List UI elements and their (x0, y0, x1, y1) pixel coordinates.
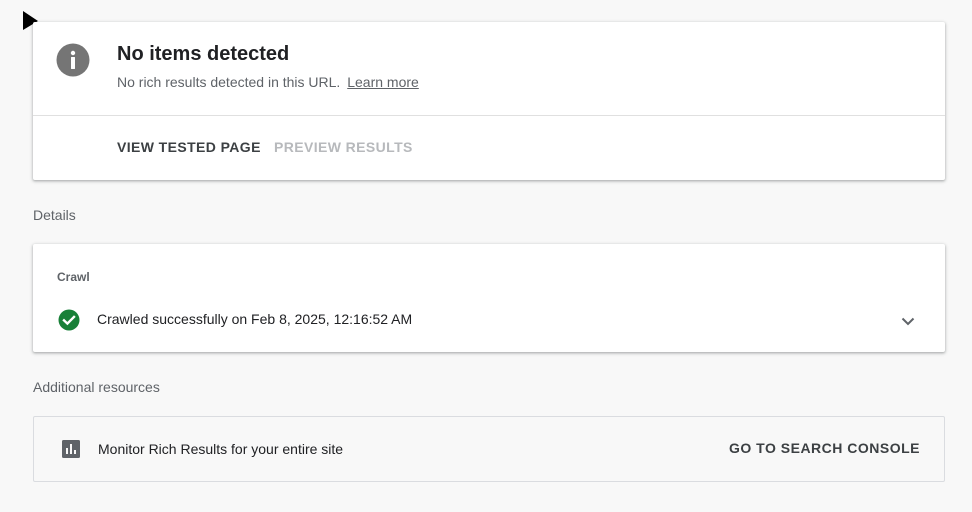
resource-item-text: Monitor Rich Results for your entire sit… (98, 441, 344, 457)
bar-chart-icon (62, 440, 80, 458)
info-icon (56, 43, 90, 77)
status-title: No items detected (117, 43, 290, 65)
additional-resources-label: Additional resources (33, 379, 160, 395)
crawl-heading: Crawl (57, 270, 90, 284)
crawl-status-text: Crawled successfully on Feb 8, 2025, 12:… (97, 311, 413, 327)
status-subtitle-text: No rich results detected in this URL. (117, 74, 341, 90)
crawl-status-row[interactable]: Crawled successfully on Feb 8, 2025, 12:… (33, 300, 945, 340)
preview-results-button[interactable]: PREVIEW RESULTS (274, 139, 413, 155)
status-header: No items detected No rich results detect… (33, 22, 945, 116)
status-card: No items detected No rich results detect… (33, 22, 945, 180)
resource-card: Monitor Rich Results for your entire sit… (33, 416, 945, 482)
status-subtitle: No rich results detected in this URL. Le… (117, 74, 419, 90)
crawl-card: Crawl Crawled successfully on Feb 8, 202… (33, 244, 945, 352)
view-tested-page-button[interactable]: VIEW TESTED PAGE (117, 139, 261, 155)
learn-more-link[interactable]: Learn more (347, 74, 419, 90)
status-actions: VIEW TESTED PAGE PREVIEW RESULTS (33, 116, 945, 180)
go-to-search-console-button[interactable]: GO TO SEARCH CONSOLE (729, 440, 920, 456)
details-section-label: Details (33, 207, 76, 223)
chevron-down-icon[interactable] (899, 312, 917, 330)
check-circle-icon (58, 309, 80, 331)
